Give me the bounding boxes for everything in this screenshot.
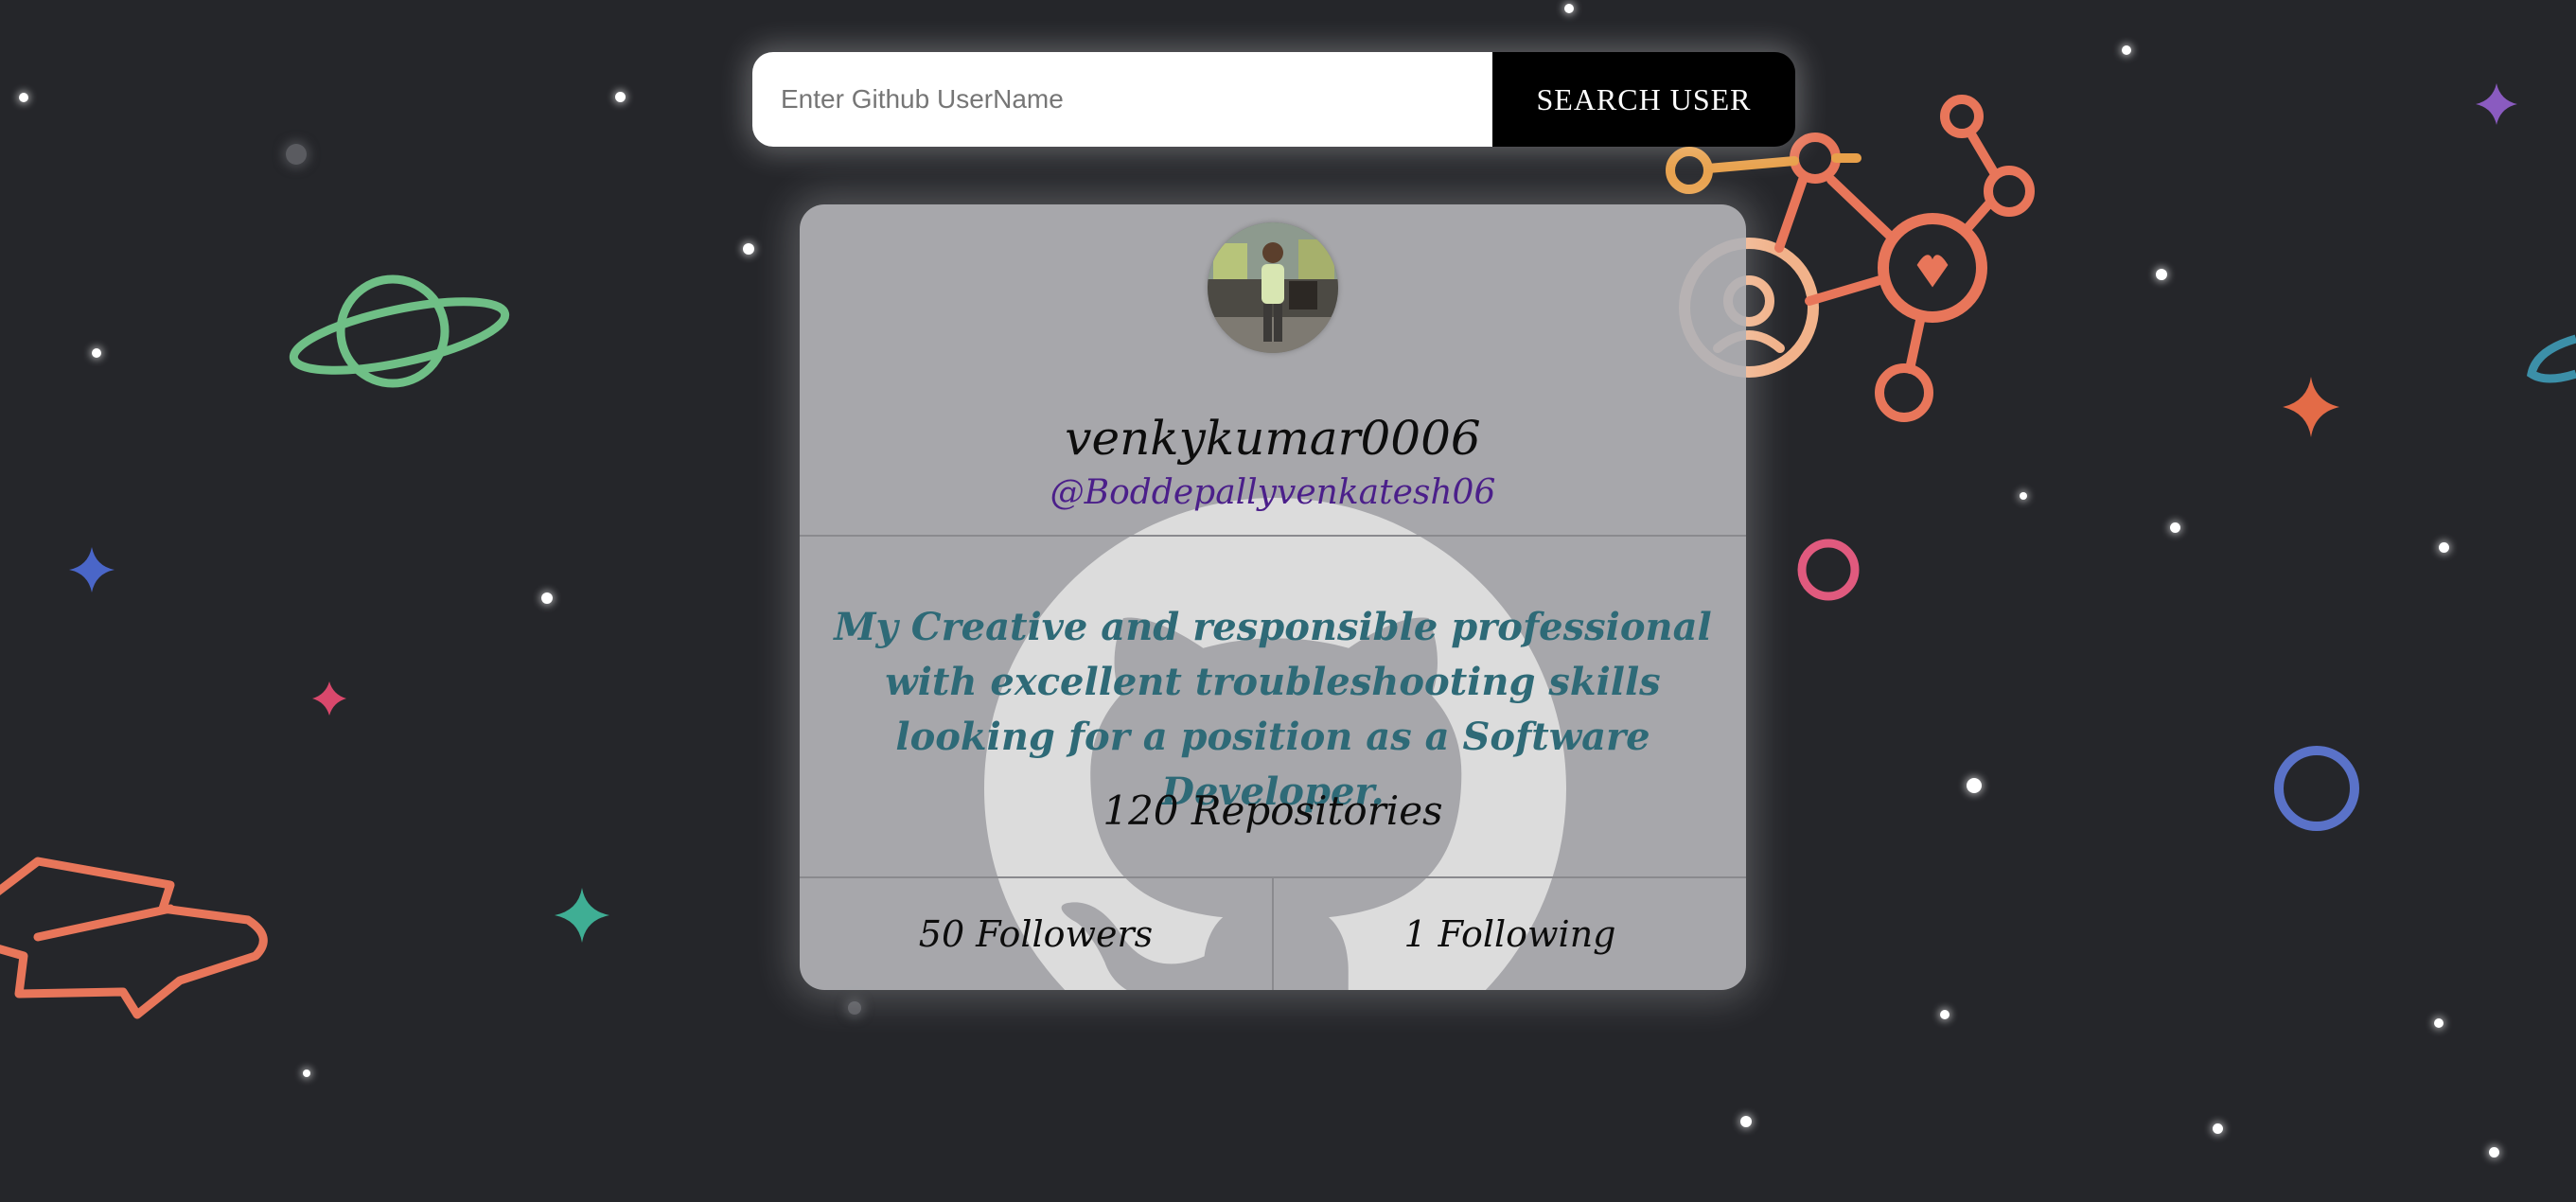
star — [1740, 1116, 1752, 1127]
ring-icon — [1797, 539, 1860, 601]
planet-icon — [2526, 334, 2576, 383]
star — [743, 243, 754, 255]
profile-card: venkykumar0006 @Boddepallyvenkatesh06 My… — [800, 204, 1746, 990]
star — [286, 144, 307, 165]
sparkle-icon — [555, 888, 609, 943]
star — [19, 93, 28, 102]
profile-name: venkykumar0006 — [1065, 411, 1481, 466]
sparkle-icon — [312, 681, 346, 716]
planet-icon — [289, 274, 510, 388]
github-username-input[interactable] — [752, 52, 1492, 147]
avatar — [1208, 222, 1338, 353]
star — [848, 1001, 861, 1015]
star — [1564, 4, 1574, 13]
star — [2156, 269, 2167, 280]
star — [1967, 778, 1982, 793]
star — [2489, 1147, 2499, 1158]
followers-count: 50 — [918, 913, 965, 955]
star — [2122, 45, 2131, 55]
star — [2434, 1018, 2444, 1028]
star — [1940, 1010, 1950, 1019]
search-bar: SEARCH USER — [752, 52, 1795, 147]
user-avatar-photo-icon — [1208, 222, 1338, 353]
ring-icon — [2274, 746, 2359, 831]
star — [92, 348, 101, 358]
star — [2020, 492, 2027, 500]
spaceship-icon — [0, 857, 268, 1019]
repositories-number: 120 — [1103, 787, 1179, 834]
follow-stats: 50 Followers 1 Following — [800, 878, 1746, 990]
followers-label: Followers — [976, 913, 1154, 955]
star — [2213, 1123, 2223, 1134]
following-stat: 1 Following — [1272, 878, 1746, 990]
profile-handle-link[interactable]: @Boddepallyvenkatesh06 — [800, 473, 1746, 512]
star — [303, 1069, 310, 1077]
star — [541, 592, 553, 604]
divider — [800, 535, 1746, 537]
sparkle-icon — [2476, 83, 2517, 125]
search-user-button[interactable]: SEARCH USER — [1492, 52, 1795, 147]
star — [2170, 522, 2180, 533]
repositories-count: 120 Repositories — [800, 787, 1746, 834]
repositories-label: Repositories — [1191, 787, 1443, 834]
star — [615, 92, 626, 102]
following-label: Following — [1438, 913, 1616, 955]
followers-stat: 50 Followers — [800, 878, 1272, 990]
sparkle-icon — [2283, 377, 2339, 437]
following-count: 1 — [1403, 913, 1427, 955]
sparkle-icon — [69, 547, 115, 592]
star — [2439, 542, 2449, 553]
